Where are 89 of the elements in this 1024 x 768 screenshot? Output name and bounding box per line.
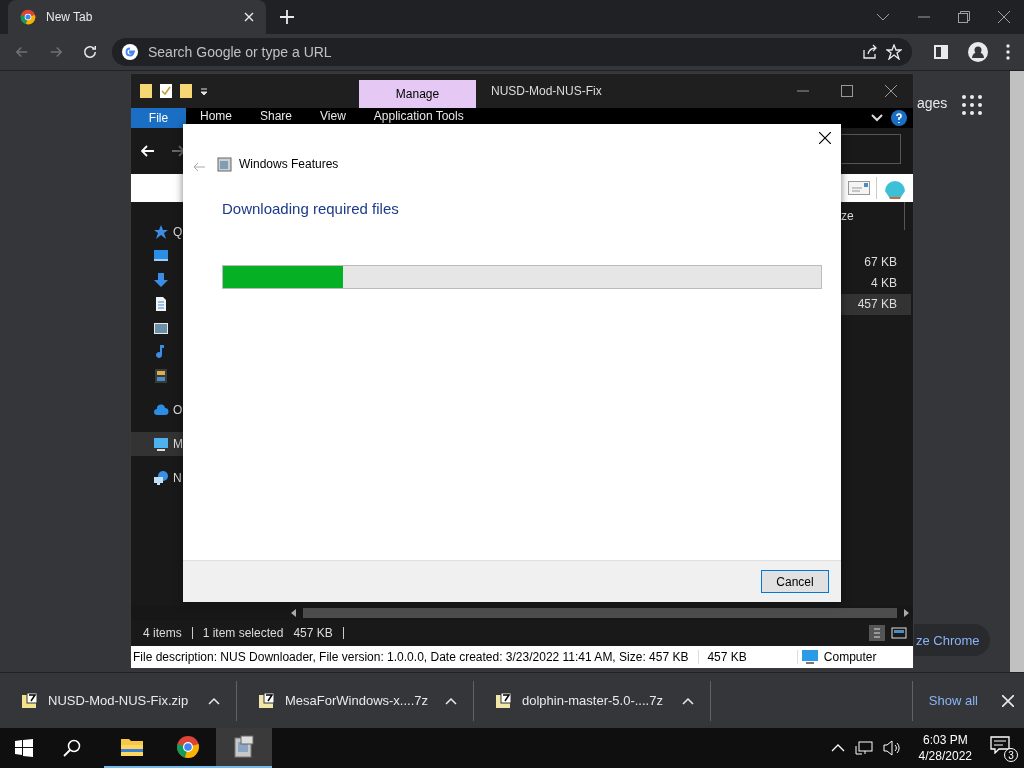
profile-icon[interactable] — [968, 42, 988, 62]
folder-icon[interactable] — [179, 83, 193, 99]
large-icons-view-icon[interactable] — [891, 625, 907, 641]
location-label: Computer — [823, 650, 877, 664]
scroll-right-icon[interactable] — [903, 609, 909, 617]
scrollbar-thumb[interactable] — [303, 608, 897, 618]
google-icon — [122, 44, 138, 60]
size-cell-text: 4 KB — [870, 275, 898, 292]
nav-label[interactable]: Q — [173, 225, 183, 239]
ribbon-tab[interactable]: Application Tools — [359, 109, 478, 124]
computer-icon — [801, 650, 818, 664]
computer-icon — [153, 436, 169, 452]
nav-label[interactable]: N — [173, 471, 182, 485]
show-all-link[interactable]: Show all — [911, 680, 994, 721]
close-icon[interactable] — [885, 85, 897, 97]
scroll-left-icon[interactable] — [291, 609, 297, 617]
dialog-title: Windows Features — [239, 157, 339, 171]
network-icon[interactable] — [854, 740, 873, 756]
star-icon[interactable] — [886, 44, 902, 60]
share-icon[interactable] — [862, 44, 878, 60]
volume-icon[interactable] — [882, 740, 901, 756]
cancel-button[interactable]: Cancel — [761, 570, 829, 593]
dialog-heading: Downloading required files — [222, 200, 400, 217]
item-count: 4 items — [143, 626, 182, 640]
chevron-down-icon[interactable] — [876, 13, 890, 21]
column-header[interactable]: ze — [841, 209, 854, 223]
customize-chrome-button[interactable]: ze Chrome — [914, 624, 990, 656]
desktop-icon — [153, 248, 169, 264]
network-icon — [153, 470, 169, 486]
file-size: 457 KB — [699, 650, 798, 664]
clock[interactable]: 6:03 PM 4/28/2022 — [918, 732, 972, 764]
address-bar[interactable]: Search Google or type a URL — [112, 38, 912, 66]
browser-tab[interactable]: New Tab — [8, 0, 266, 34]
caret-up-icon[interactable] — [445, 696, 457, 705]
forward-icon[interactable] — [171, 144, 185, 158]
download-item[interactable]: dolphin-master-5.0-....7z — [522, 693, 672, 708]
search-icon[interactable] — [63, 739, 81, 757]
caret-up-icon[interactable] — [682, 696, 694, 705]
download-item[interactable]: MesaForWindows-x....7z — [285, 693, 435, 708]
folder-icon[interactable] — [139, 83, 153, 99]
taskbar-app[interactable] — [216, 728, 272, 768]
window-app-icon — [217, 156, 233, 172]
ribbon-tab[interactable]: View — [306, 109, 360, 124]
star-icon — [153, 224, 169, 240]
ribbon-tab[interactable]: Share — [246, 109, 307, 124]
cloud-icon — [153, 402, 169, 418]
archive-icon — [20, 691, 38, 710]
maximize-icon[interactable] — [841, 85, 853, 97]
file-tab[interactable]: File — [131, 108, 186, 128]
new-tab-icon[interactable] — [280, 10, 294, 24]
video-icon — [153, 368, 169, 384]
file-description: File description: NUS Downloader, File version: 1.0.0.0, Date created: 3/23/2022 11:41 AM, Size: 457 KB — [131, 650, 700, 664]
window-title: NUSD-Mod-NUS-Fix — [491, 84, 602, 98]
properties-icon[interactable] — [159, 83, 173, 99]
size-cell: 457 KB — [841, 294, 911, 315]
details-view-icon[interactable] — [869, 625, 885, 641]
notification-badge: 3 — [1004, 748, 1018, 762]
apps-grid-icon[interactable] — [962, 95, 982, 115]
scrollbar[interactable] — [1010, 71, 1024, 672]
selection-size: 457 KB — [293, 626, 333, 640]
address-field[interactable]: Search Google or type a URL — [146, 43, 854, 61]
archive-icon — [494, 691, 512, 710]
restore-icon[interactable] — [958, 11, 970, 23]
start-icon[interactable] — [15, 739, 33, 757]
window-app-icon — [233, 735, 255, 759]
images-link[interactable]: ages — [917, 95, 948, 111]
nav-label[interactable]: M — [173, 437, 183, 451]
side-panel-icon[interactable] — [934, 45, 948, 59]
folder-icon — [120, 737, 144, 757]
archive-icon — [257, 691, 275, 710]
help-icon[interactable] — [891, 110, 907, 126]
chrome-icon — [20, 9, 36, 25]
close-icon[interactable] — [998, 11, 1010, 23]
caret-up-icon[interactable] — [208, 696, 220, 705]
download-item[interactable]: NUSD-Mod-NUS-Fix.zip — [48, 693, 198, 708]
chevron-up-icon[interactable] — [830, 744, 845, 752]
email-icon[interactable] — [848, 181, 870, 195]
notification-icon[interactable] — [990, 736, 1010, 754]
download-icon — [153, 272, 169, 288]
image-icon — [153, 320, 169, 336]
ribbon-tab[interactable]: Home — [186, 109, 246, 124]
selection-count: 1 item selected — [202, 626, 284, 640]
menu-icon[interactable] — [1006, 44, 1010, 60]
dropdown-icon[interactable] — [199, 86, 209, 96]
document-icon — [153, 296, 169, 312]
nav-label[interactable]: O — [173, 403, 183, 417]
size-cell-text: 67 KB — [863, 254, 898, 271]
ribbon-context-tab[interactable]: Manage — [359, 80, 476, 108]
chrome-icon — [176, 735, 200, 759]
